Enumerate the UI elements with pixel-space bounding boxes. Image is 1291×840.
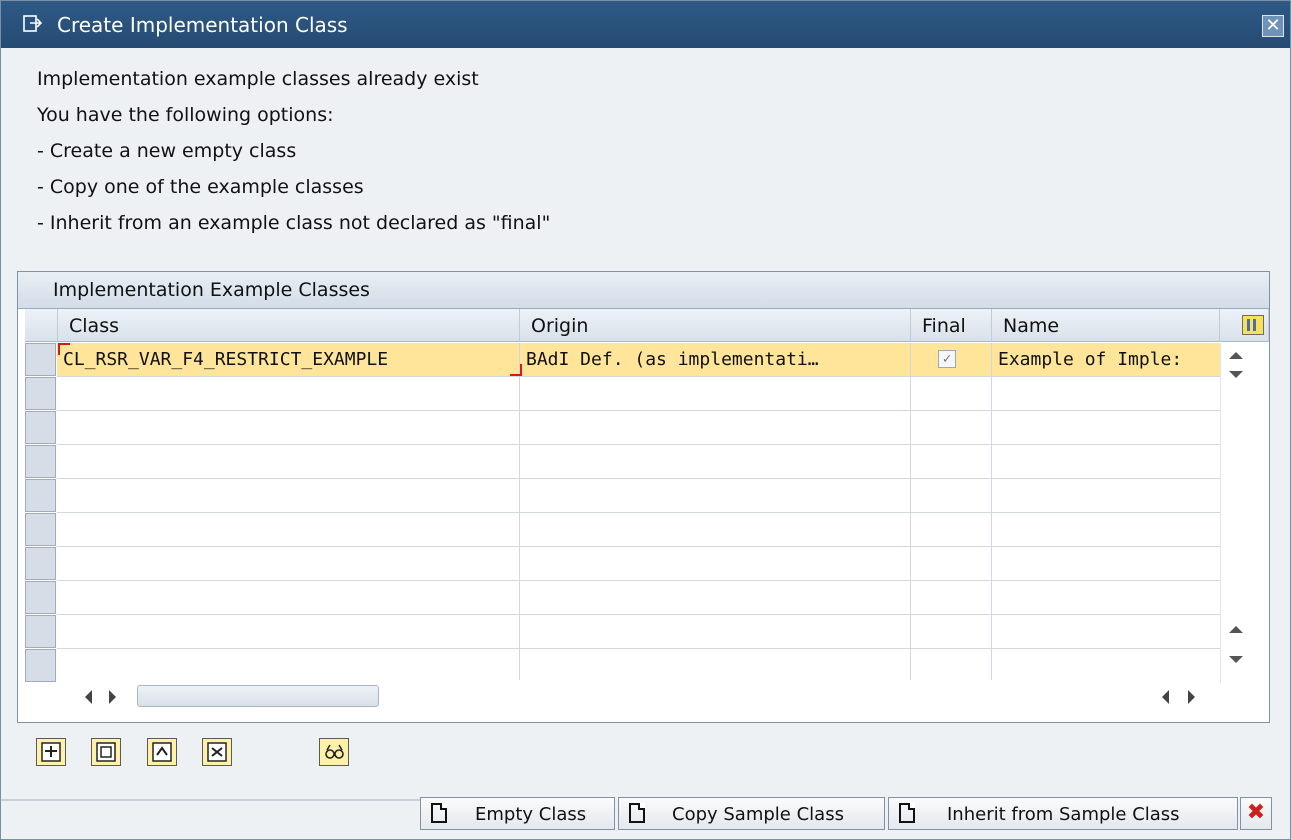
grid-title: Implementation Example Classes xyxy=(18,272,1269,309)
scroll-thumb[interactable] xyxy=(137,685,379,707)
scroll-right-icon[interactable] xyxy=(109,690,116,704)
title-bar: Create Implementation Class ✕ xyxy=(1,1,1290,48)
inherit-sample-class-label: Inherit from Sample Class xyxy=(947,804,1180,825)
scroll-down-icon[interactable] xyxy=(1229,656,1243,663)
row-selector[interactable] xyxy=(25,411,56,444)
message-line: - Inherit from an example class not decl… xyxy=(37,212,551,234)
scroll-up-icon[interactable] xyxy=(1229,626,1243,633)
footer-separator xyxy=(1,799,421,801)
copy-sample-class-button[interactable]: Copy Sample Class xyxy=(618,797,885,830)
insert-row-button[interactable] xyxy=(36,738,66,766)
message-line: - Copy one of the example classes xyxy=(37,176,364,198)
scroll-right-icon[interactable] xyxy=(1188,690,1195,704)
column-header-origin[interactable]: Origin xyxy=(520,309,911,342)
grid-title-text: Implementation Example Classes xyxy=(53,279,370,301)
dialog-title: Create Implementation Class xyxy=(57,13,348,37)
final-checkbox: ✓ xyxy=(938,350,956,368)
final-cell: ✓ xyxy=(911,343,992,376)
cancel-icon[interactable]: ✖ xyxy=(1240,797,1272,830)
table-row[interactable] xyxy=(57,411,1220,445)
scroll-down-icon[interactable] xyxy=(1229,371,1243,378)
table-row[interactable] xyxy=(57,615,1220,649)
implementation-example-classes-grid: Implementation Example Classes Class Ori… xyxy=(17,271,1270,723)
delete-row-button[interactable] xyxy=(202,738,232,766)
display-button[interactable] xyxy=(319,738,349,766)
empty-class-button[interactable]: Empty Class xyxy=(420,797,615,830)
table-row[interactable] xyxy=(57,649,1220,683)
dialog-icon xyxy=(23,15,43,32)
row-selector[interactable] xyxy=(25,445,56,478)
document-icon xyxy=(899,803,915,823)
document-icon xyxy=(431,803,447,823)
table-row[interactable] xyxy=(57,581,1220,615)
origin-cell[interactable]: BAdI Def. (as implementati… xyxy=(520,343,911,376)
column-header-final[interactable]: Final xyxy=(911,309,992,342)
layout-settings-header xyxy=(1220,309,1269,342)
copy-row-button[interactable] xyxy=(91,738,121,766)
column-settings-icon[interactable] xyxy=(1242,315,1264,335)
row-selector[interactable] xyxy=(25,581,56,614)
close-icon[interactable]: ✕ xyxy=(1262,15,1284,37)
focused-cell-marker xyxy=(58,343,522,376)
table-row[interactable] xyxy=(57,377,1220,411)
inherit-sample-class-button[interactable]: Inherit from Sample Class xyxy=(888,797,1238,830)
create-implementation-class-dialog: Create Implementation Class ✕ Implementa… xyxy=(0,0,1291,840)
table-row[interactable] xyxy=(57,547,1220,581)
table-row[interactable] xyxy=(57,513,1220,547)
select-all-header[interactable] xyxy=(25,309,58,342)
paste-row-icon xyxy=(152,742,172,762)
copy-row-icon xyxy=(96,742,116,762)
column-header-class[interactable]: Class xyxy=(58,309,520,342)
paste-row-button[interactable] xyxy=(147,738,177,766)
row-selector[interactable] xyxy=(25,513,56,546)
delete-row-icon xyxy=(207,742,227,762)
row-selector[interactable] xyxy=(25,479,56,512)
insert-row-icon xyxy=(41,742,61,762)
empty-class-label: Empty Class xyxy=(475,804,587,825)
row-selector[interactable] xyxy=(25,649,56,682)
row-selector[interactable] xyxy=(25,615,56,648)
scroll-left-icon[interactable] xyxy=(1162,690,1169,704)
scroll-left-icon[interactable] xyxy=(85,690,92,704)
copy-sample-class-label: Copy Sample Class xyxy=(672,804,844,825)
row-selector[interactable] xyxy=(25,343,56,376)
scroll-up-icon[interactable] xyxy=(1229,352,1243,359)
display-icon xyxy=(325,744,344,759)
document-icon xyxy=(629,803,645,823)
name-cell[interactable]: Example of Imple: xyxy=(992,343,1220,376)
vertical-scrollbar[interactable] xyxy=(1220,343,1251,683)
message-line: You have the following options: xyxy=(37,104,334,126)
row-selector[interactable] xyxy=(25,377,56,410)
row-selector[interactable] xyxy=(25,547,56,580)
table-row[interactable] xyxy=(57,479,1220,513)
message-line: Implementation example classes already e… xyxy=(37,68,479,90)
column-header-name[interactable]: Name xyxy=(992,309,1220,342)
horizontal-scrollbar[interactable] xyxy=(57,680,1220,714)
table-row[interactable] xyxy=(57,445,1220,479)
message-line: - Create a new empty class xyxy=(37,140,297,162)
